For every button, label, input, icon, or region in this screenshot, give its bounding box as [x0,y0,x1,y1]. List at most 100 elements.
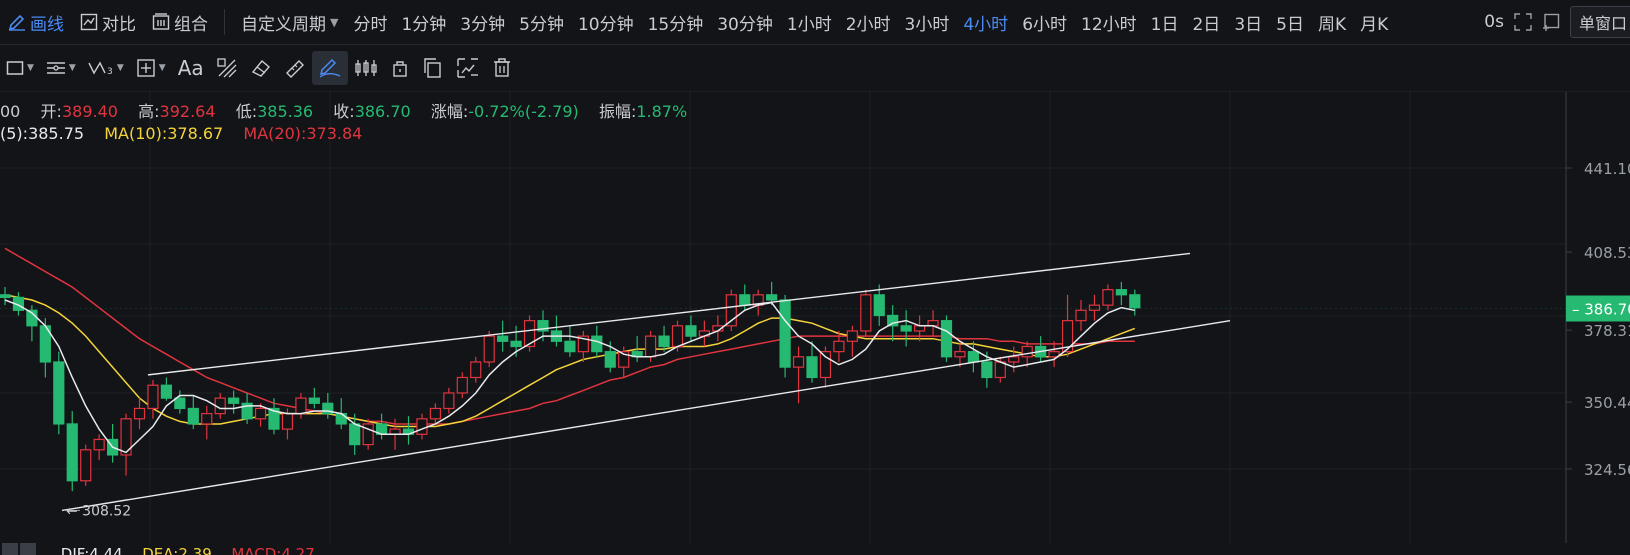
candle-down[interactable] [658,335,670,348]
period-tab[interactable]: 6小时 [1015,10,1074,35]
delete-tool[interactable] [486,51,518,85]
candle-down[interactable] [739,294,751,306]
candle-up[interactable] [254,407,267,420]
candle-down[interactable] [187,407,199,425]
channel-upper-line[interactable] [147,252,1191,376]
fullscreen-icon[interactable] [1514,13,1532,31]
candle-up[interactable] [846,330,858,342]
candle-up[interactable] [913,325,926,332]
candle-down[interactable] [685,325,697,337]
candle-down[interactable] [564,340,576,353]
pen-tool[interactable] [311,51,348,85]
candle-up[interactable] [671,325,684,348]
candlestick-chart[interactable]: 441.10 408.53 378.31 350.44 324.56 ← 308.52 – … [0,92,1630,543]
candle-down[interactable] [497,335,509,342]
candle-up[interactable] [927,320,939,327]
candle-down[interactable] [349,423,361,446]
candle-down[interactable] [900,325,912,332]
crosshair-box-tool[interactable]: ▼ [130,51,172,85]
candle-down[interactable] [873,294,885,317]
candle-down[interactable] [53,361,65,425]
period-tab[interactable]: 分时 [346,10,394,35]
candle-up[interactable] [819,351,832,379]
candle-up[interactable] [994,361,1006,379]
candle-chart-tool[interactable] [348,51,384,85]
candle-up[interactable] [1102,289,1114,306]
candle-up[interactable] [443,392,455,410]
candle-down[interactable] [779,299,791,368]
candle-down[interactable] [981,361,993,379]
copy-tool[interactable] [416,51,450,85]
candle-up[interactable] [833,340,845,353]
window-mode-button[interactable]: 单窗口 [1569,6,1630,38]
candle-up[interactable] [954,351,966,358]
candle-up[interactable] [295,397,307,415]
period-tab[interactable]: 10分钟 [571,10,641,35]
candle-down[interactable] [591,335,603,353]
draw-tool-button[interactable]: 画线 [0,10,72,35]
candle-up[interactable] [860,294,872,332]
candle-up[interactable] [429,407,441,420]
period-tab[interactable]: 5日 [1269,10,1311,35]
candle-down[interactable] [887,314,899,327]
candle-down[interactable] [308,397,320,404]
custom-period-dropdown[interactable]: 自定义周期 ▼ [233,10,346,35]
candle-up[interactable] [133,407,146,420]
candle-up[interactable] [470,361,482,379]
candle-up[interactable] [147,384,159,410]
candle-down[interactable] [66,423,78,482]
candle-down[interactable] [766,294,778,301]
candle-down[interactable] [1115,289,1127,296]
candle-up[interactable] [389,428,401,435]
candle-up[interactable] [1008,356,1020,363]
candle-up[interactable] [281,413,294,430]
candle-up[interactable] [792,356,805,368]
candle-down[interactable] [0,294,11,298]
period-tab[interactable]: 1分钟 [394,10,453,35]
close-icon[interactable] [20,543,36,555]
candle-up[interactable] [1021,345,1033,358]
candle-down[interactable] [967,351,980,363]
period-tab[interactable]: 2小时 [839,10,898,35]
candle-up[interactable] [456,376,468,394]
candle-up[interactable] [483,335,495,363]
period-tab[interactable]: 3小时 [898,10,957,35]
candle-down[interactable] [940,320,953,358]
candle-down[interactable] [510,340,522,348]
text-tool[interactable]: Aa [172,51,210,85]
candle-down[interactable] [228,397,240,404]
candle-down[interactable] [1129,294,1141,309]
candle-up[interactable] [416,418,428,435]
period-tab[interactable]: 4小时 [956,10,1015,35]
ruler-tool[interactable] [278,51,312,85]
candle-down[interactable] [174,397,186,410]
period-tab[interactable]: 15分钟 [641,10,711,35]
period-tab[interactable]: 3分钟 [453,10,512,35]
visibility-tool[interactable] [450,51,486,85]
period-tab[interactable]: 1小时 [780,10,839,35]
candle-down[interactable] [160,384,172,399]
candle-up[interactable] [1088,304,1101,311]
horizontal-lines-tool[interactable]: ▼ [40,51,82,85]
lock-tool[interactable] [384,51,416,85]
pattern-tool[interactable] [210,51,244,85]
window-add-icon[interactable] [1542,13,1560,31]
candle-down[interactable] [806,356,818,379]
candle-up[interactable] [93,438,105,451]
fib-tool[interactable]: 3 ▼ [82,51,130,85]
period-tab[interactable]: 30分钟 [710,10,780,35]
period-tab[interactable]: 3日 [1227,10,1269,35]
rectangle-tool[interactable]: ▼ [0,51,40,85]
period-tab[interactable]: 周K [1311,10,1353,35]
candle-up[interactable] [1075,309,1087,322]
period-tab[interactable]: 2日 [1185,10,1227,35]
period-tab[interactable]: 12小时 [1074,10,1144,35]
candle-up[interactable] [80,449,92,482]
candle-down[interactable] [604,351,616,368]
period-tab[interactable]: 月K [1353,10,1395,35]
settings-icon[interactable] [2,543,18,555]
candle-up[interactable] [644,335,657,358]
period-tab[interactable]: 5分钟 [512,10,571,35]
compare-button[interactable]: 对比 [72,10,144,35]
candle-down[interactable] [335,413,347,425]
